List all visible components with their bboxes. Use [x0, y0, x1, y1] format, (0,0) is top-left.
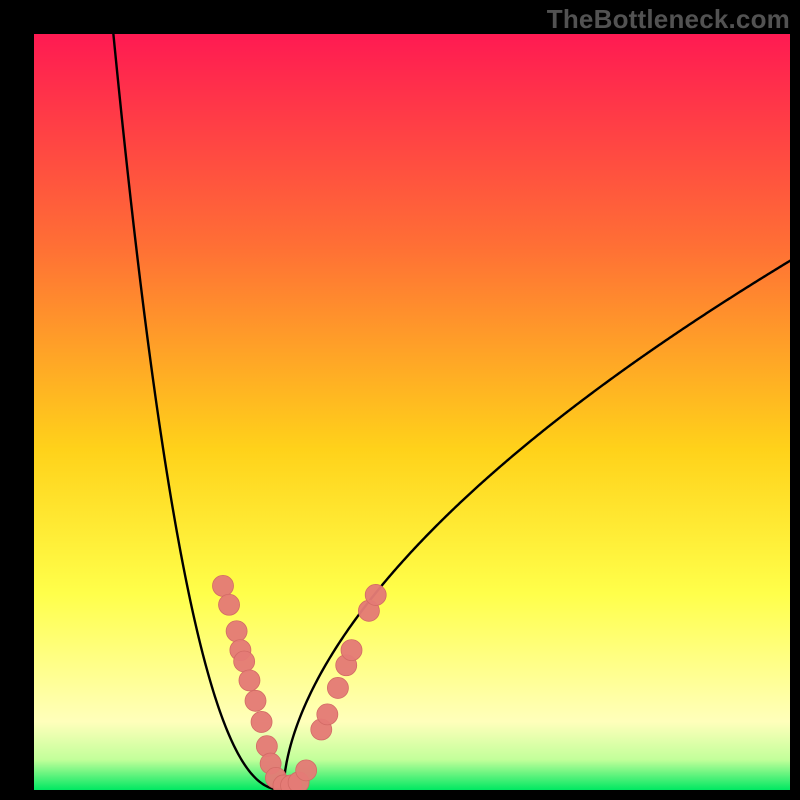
data-marker: [365, 584, 386, 605]
data-marker: [226, 621, 247, 642]
data-marker: [327, 677, 348, 698]
data-marker: [239, 670, 260, 691]
data-marker: [317, 704, 338, 725]
data-marker: [296, 760, 317, 781]
data-marker: [219, 594, 240, 615]
outer-frame: TheBottleneck.com: [0, 0, 800, 800]
watermark-text: TheBottleneck.com: [547, 4, 790, 35]
chart-svg: [34, 34, 790, 790]
data-marker: [341, 640, 362, 661]
data-marker: [245, 690, 266, 711]
data-marker: [234, 651, 255, 672]
data-marker: [251, 711, 272, 732]
data-marker: [213, 575, 234, 596]
plot-area: [34, 34, 790, 790]
